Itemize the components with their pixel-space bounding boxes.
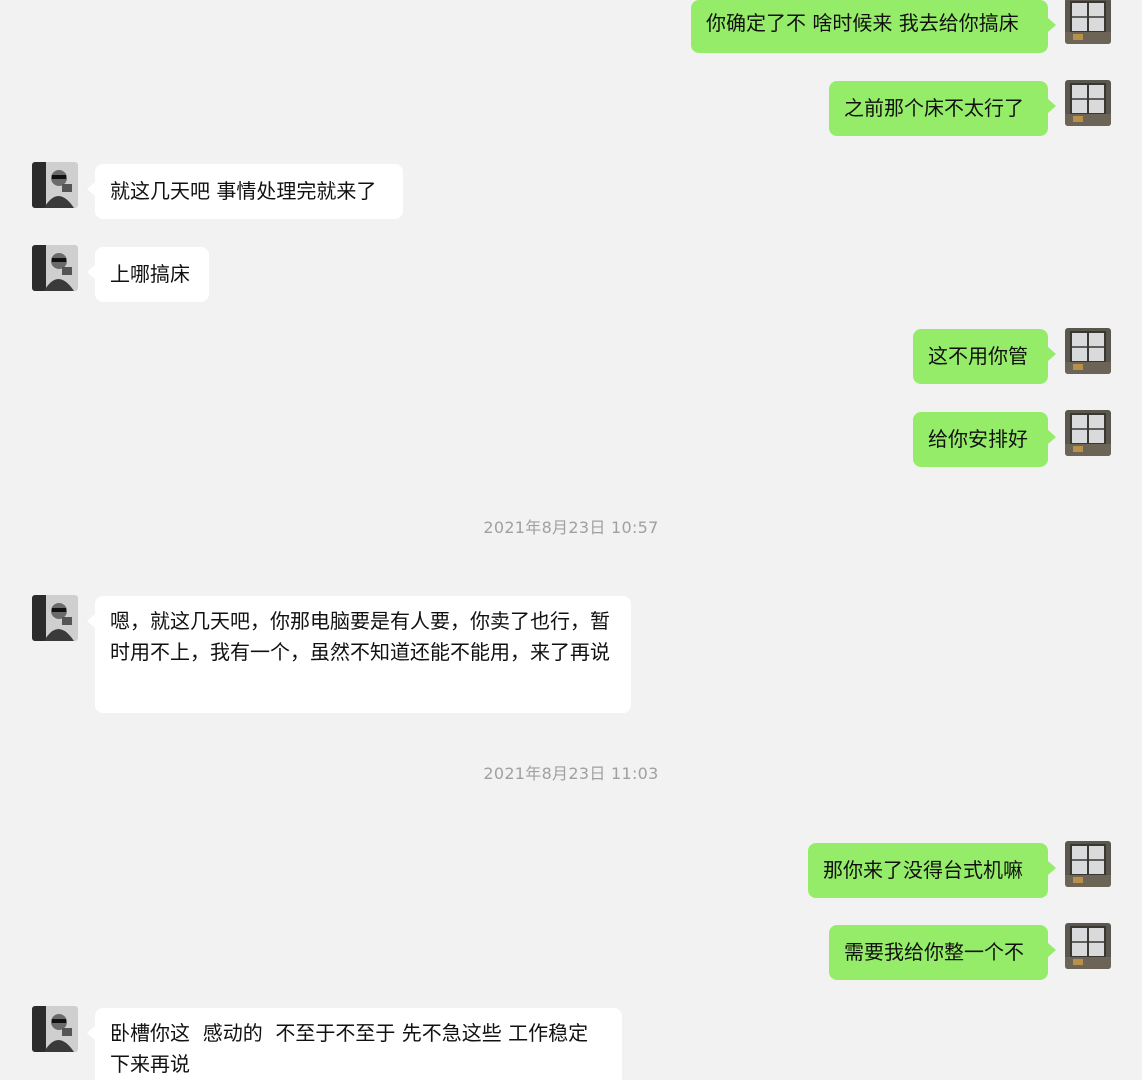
chat-bubble-outgoing[interactable]: 之前那个床不太行了 xyxy=(829,81,1056,136)
chat-bubble-outgoing[interactable]: 给你安排好 xyxy=(913,412,1056,467)
contact-avatar-icon[interactable] xyxy=(32,162,78,208)
contact-avatar-icon[interactable] xyxy=(32,595,78,641)
self-avatar-icon[interactable] xyxy=(1065,923,1111,969)
contact-avatar-icon[interactable] xyxy=(32,245,78,291)
timestamp: 2021年8月23日 10:57 xyxy=(483,518,659,537)
chat-bubble-outgoing[interactable]: 那你来了没得台式机嘛 xyxy=(808,843,1056,898)
timestamp: 2021年8月23日 11:03 xyxy=(483,764,659,783)
chat-bubble-outgoing[interactable]: 这不用你管 xyxy=(913,329,1056,384)
chat-bubble-outgoing[interactable]: 需要我给你整一个不 xyxy=(829,925,1056,980)
self-avatar-icon[interactable] xyxy=(1065,410,1111,456)
chat-bubble-outgoing[interactable]: 你确定了不 啥时候来 我去给你搞床 xyxy=(691,0,1056,53)
chat-bubble-incoming[interactable]: 嗯，就这几天吧，你那电脑要是有人要，你卖了也行，暂时用不上，我有一个，虽然不知道… xyxy=(87,596,631,713)
self-avatar-icon[interactable] xyxy=(1065,841,1111,887)
chat-bubble-incoming[interactable]: 卧槽你这 感动的 不至于不至于 先不急这些 工作稳定下来再说 xyxy=(87,1008,622,1080)
chat-bubble-incoming[interactable]: 上哪搞床 xyxy=(87,247,209,302)
contact-avatar-icon[interactable] xyxy=(32,1006,78,1052)
self-avatar-icon[interactable] xyxy=(1065,328,1111,374)
chat-bubble-incoming[interactable]: 就这几天吧 事情处理完就来了 xyxy=(87,164,403,219)
self-avatar-icon[interactable] xyxy=(1065,0,1111,44)
self-avatar-icon[interactable] xyxy=(1065,80,1111,126)
